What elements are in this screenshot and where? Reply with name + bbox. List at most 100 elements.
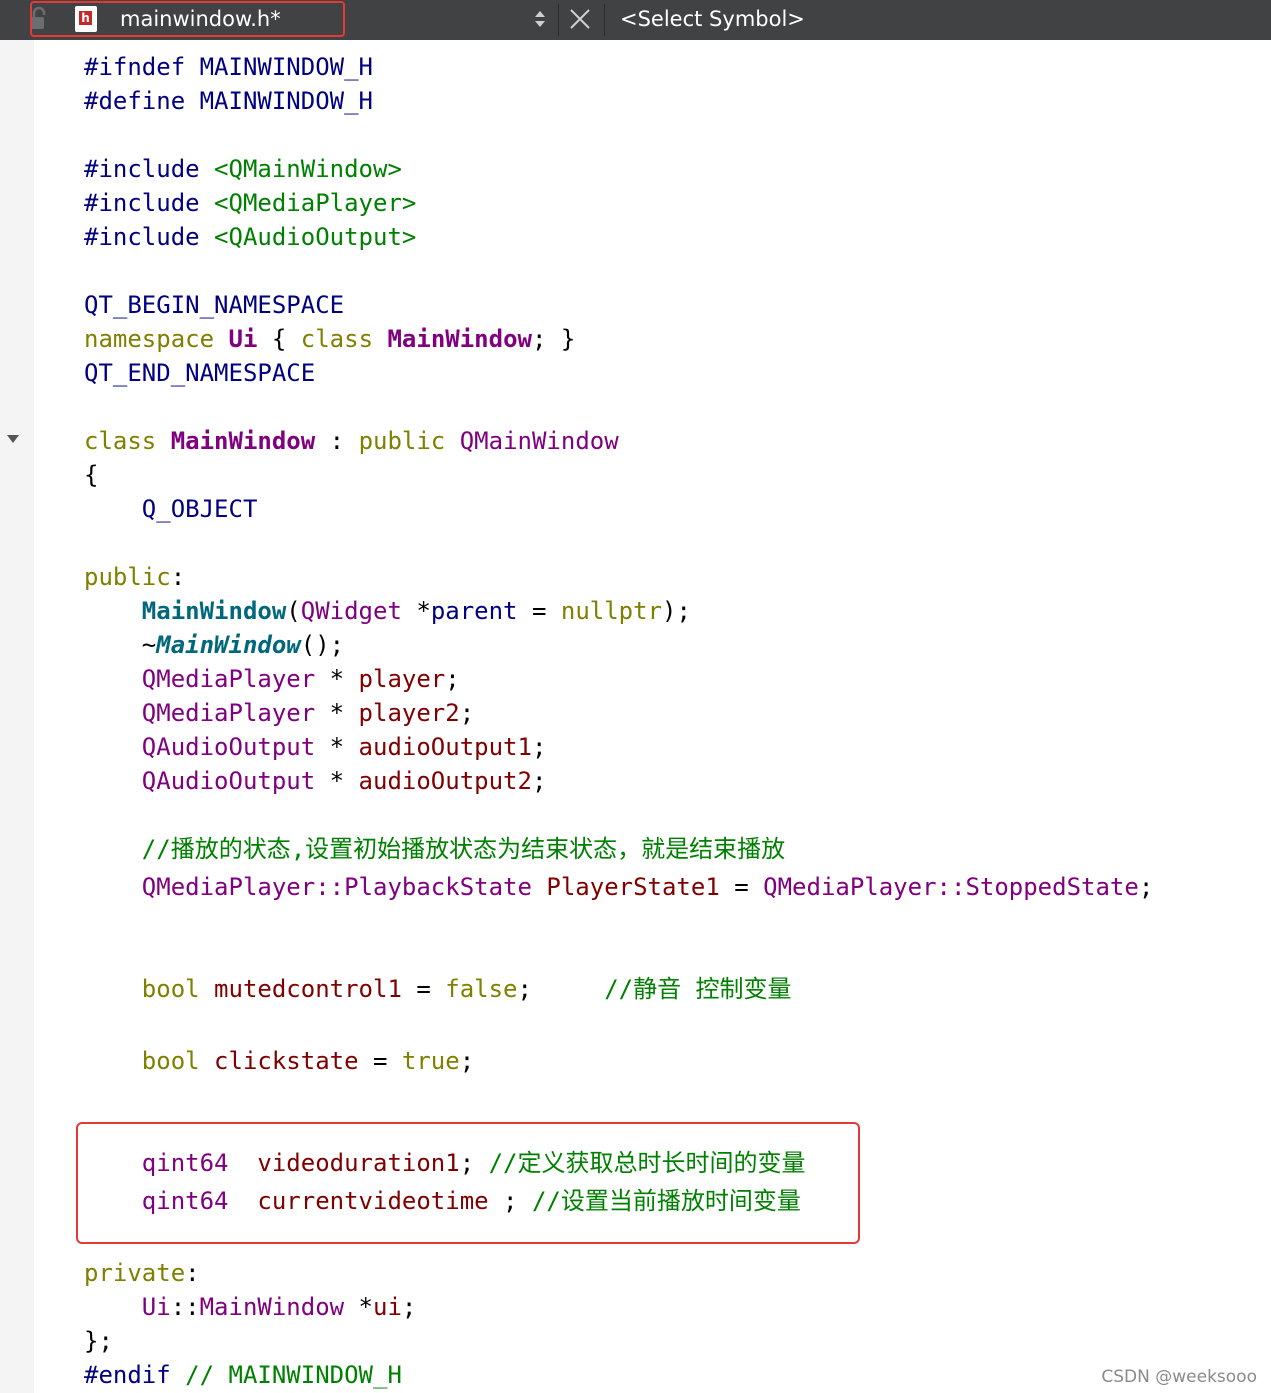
code-token: false (445, 975, 518, 1003)
code-token: * (401, 597, 431, 625)
code-token: QMediaPlayer (141, 665, 316, 693)
code-token: Ui (228, 325, 258, 353)
code-token: #endif (84, 1361, 186, 1389)
code-token: true (401, 1047, 460, 1075)
code-line: bool clickstate = true; (84, 1044, 474, 1078)
code-token: = (719, 873, 764, 901)
code-token: :: (936, 873, 966, 901)
code-token: ; (517, 975, 605, 1003)
highlight-box (76, 1122, 860, 1244)
code-token: <QMainWindow> (214, 155, 402, 183)
close-icon[interactable] (568, 7, 592, 31)
code-token: #include (84, 155, 215, 183)
code-line: }; (84, 1324, 113, 1358)
code-line: MainWindow(QWidget *parent = nullptr); (84, 594, 691, 628)
code-token: * (315, 699, 359, 727)
code-token: * (315, 665, 359, 693)
code-token: namespace (84, 325, 215, 353)
code-token: ; (459, 699, 475, 727)
code-token: = (517, 597, 561, 625)
code-token: nullptr (560, 597, 663, 625)
code-token: QMediaPlayer (141, 873, 316, 901)
code-token: StoppedState (965, 873, 1139, 901)
code-token: { (257, 325, 301, 353)
code-line: bool mutedcontrol1 = false; //静音 控制变量 (84, 972, 792, 1006)
code-token: ~ (84, 631, 157, 659)
editor-toolbar: h mainwindow.h* <Select Symbol> (0, 0, 1271, 40)
code-token: QMediaPlayer (763, 873, 937, 901)
code-token: : (315, 427, 359, 455)
code-line: #endif // MAINWINDOW_H (84, 1358, 402, 1392)
code-comment: //播放的状态,设置初始播放状态为结束状态，就是结束播放 (141, 835, 786, 863)
code-token: QAudioOutput (141, 733, 316, 761)
updown-arrows-icon[interactable] (532, 8, 548, 30)
code-token: public (84, 563, 171, 591)
code-token: #define MAINWINDOW_H (84, 87, 373, 115)
code-token: #ifndef MAINWINDOW_H (84, 53, 373, 81)
symbol-selector[interactable]: <Select Symbol> (620, 5, 805, 33)
watermark: CSDN @weeksooo (1101, 1367, 1257, 1387)
tab-highlight-box (30, 1, 345, 37)
fold-arrow-icon[interactable] (6, 434, 20, 444)
code-token: ; (401, 1293, 417, 1321)
code-token: Q_OBJECT (141, 495, 258, 523)
code-token: bool (141, 1047, 200, 1075)
code-token: bool (141, 975, 200, 1003)
code-token: PlayerState1 (546, 873, 720, 901)
code-token: QAudioOutput (141, 767, 316, 795)
code-token: Ui (141, 1293, 171, 1321)
code-line: QAudioOutput * audioOutput2; (84, 764, 547, 798)
code-line: { (84, 458, 98, 492)
code-token: MainWindow (199, 1293, 345, 1321)
code-token: ; (531, 733, 547, 761)
code-token: * (344, 1293, 374, 1321)
code-token: audioOutput2 (358, 767, 532, 795)
code-token: MainWindow (156, 631, 301, 659)
code-token: private (84, 1259, 186, 1287)
code-line: private: (84, 1256, 200, 1290)
code-line: #include <QMainWindow> (84, 152, 402, 186)
code-token: audioOutput1 (358, 733, 532, 761)
code-line: QMediaPlayer::PlaybackState PlayerState1… (84, 870, 1153, 904)
code-line: QT_BEGIN_NAMESPACE (84, 288, 344, 322)
code-line: ~MainWindow(); (84, 628, 344, 662)
toolbar-separator (604, 4, 605, 36)
code-line: #define MAINWINDOW_H (84, 84, 373, 118)
code-token: ); (662, 597, 691, 625)
code-token: #include (84, 189, 215, 217)
code-token: * (315, 733, 359, 761)
code-token: public (358, 427, 446, 455)
code-line: class MainWindow : public QMainWindow (84, 424, 619, 458)
code-token: <QMediaPlayer> (214, 189, 417, 217)
code-comment: // MAINWINDOW_H (185, 1361, 402, 1389)
code-token: class (300, 325, 374, 353)
code-line: QMediaPlayer * player2; (84, 696, 474, 730)
code-line: Q_OBJECT (84, 492, 258, 526)
code-token: : (170, 563, 186, 591)
code-comment: //静音 控制变量 (604, 975, 792, 1003)
code-token: <QAudioOutput> (214, 223, 417, 251)
code-token: QMediaPlayer (141, 699, 316, 727)
code-token: = (401, 975, 446, 1003)
code-token: player (358, 665, 446, 693)
code-token: PlaybackState (344, 873, 532, 901)
code-token: ; (445, 665, 460, 693)
code-token: mutedcontrol1 (214, 975, 402, 1003)
code-token: MainWindow (387, 325, 532, 353)
code-token: * (315, 767, 359, 795)
code-token: ; (459, 1047, 475, 1075)
code-token: (); (300, 631, 345, 659)
code-token: { (84, 461, 99, 489)
